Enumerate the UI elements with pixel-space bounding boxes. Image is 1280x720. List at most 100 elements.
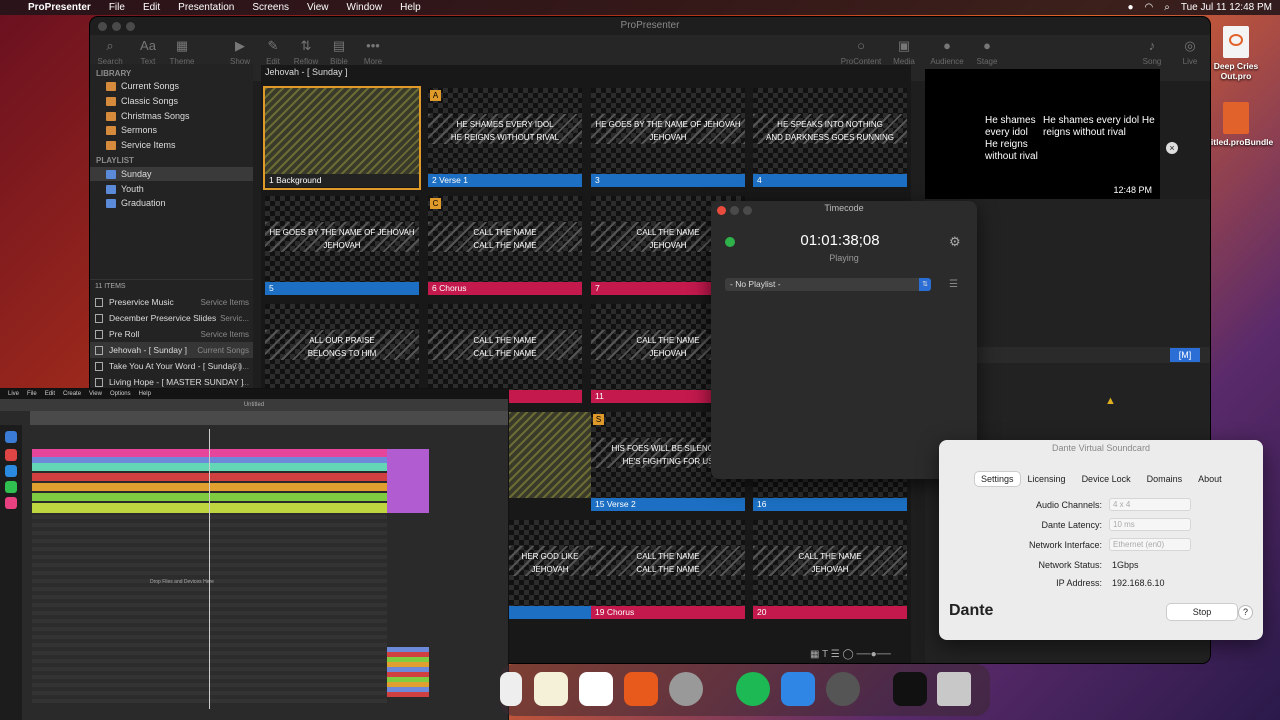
list-icon[interactable]: ☰ [949,279,958,290]
spotify-icon[interactable] [736,672,770,706]
library-folder[interactable]: Christmas Songs [90,109,253,123]
playlist-item-youth[interactable]: Youth [90,182,253,196]
return-tracks[interactable] [387,647,429,697]
slide-1[interactable]: 1 Background [265,88,419,188]
menu-screens[interactable]: Screens [252,2,289,13]
list-item[interactable]: Take You At Your Word - [ Sunday ] Cu... [90,358,253,374]
app-icon[interactable] [500,672,522,706]
slide-background-partial[interactable] [509,412,591,512]
list-item[interactable]: Preservice Music Service Items [90,294,253,310]
tab-device-lock[interactable]: Device Lock [1074,472,1139,486]
close-icon[interactable]: × [1166,142,1178,154]
settings-icon[interactable] [669,672,703,706]
tab-domains[interactable]: Domains [1139,472,1191,486]
keynote-icon[interactable] [624,672,658,706]
toolbar-live[interactable]: ◎ Live [1168,35,1210,66]
live-menu-item[interactable]: Live [8,391,19,397]
clip-slot[interactable] [387,449,429,513]
document-icon [95,313,103,323]
item-category: ... [242,377,249,387]
live-preview[interactable]: He shames every idol He reigns without r… [925,69,1160,199]
list-item[interactable]: Living Hope - [ MASTER SUNDAY ]... [90,374,253,390]
playlist-icon [106,169,116,179]
app-icon[interactable] [5,481,17,493]
live-transport-bar[interactable] [30,411,508,425]
slide-20[interactable]: CALL THE NAME JEHOVAH 20 [753,520,907,620]
menu-view[interactable]: View [307,2,329,13]
help-button[interactable]: ? [1239,606,1252,619]
item-name: Take You At Your Word - [ Sunday ] [109,361,242,371]
notes-icon[interactable] [534,672,568,706]
slide-5[interactable]: HE GOES BY THE NAME OF JEHOVAH JEHOVAH 5 [265,196,419,296]
live-menu-item[interactable]: Help [139,391,151,397]
menu-window[interactable]: Window [347,2,383,13]
desktop-file-bundle[interactable]: ...titled.proBundle [1201,102,1273,147]
grid-view-controls[interactable]: ▦ T ☰ ◯ ──●── [810,649,891,660]
latency-label: Dante Latency: [1041,520,1102,530]
live-menu-item[interactable]: File [27,391,37,397]
toolbar-procontent[interactable]: ○ ProContent [836,35,886,66]
menu-presentation[interactable]: Presentation [178,2,234,13]
slide-thumbnail [265,88,419,174]
library-header: LIBRARY [96,69,132,78]
wifi-icon[interactable]: ◠ [1144,2,1153,13]
library-folder[interactable]: Sermons [90,123,253,137]
list-item[interactable]: Jehovah - [ Sunday ] Current Songs [90,342,253,358]
tab-settings[interactable]: Settings [975,472,1020,486]
toolbar-theme[interactable]: ▦ Theme [160,35,204,66]
preview-lyric: He shames every idol He reigns without r… [985,115,1038,162]
slide-group-name: Verse 2 [606,499,636,509]
app-icon[interactable] [5,465,17,477]
menu-file[interactable]: File [109,2,125,13]
macro-tab[interactable]: [M] [1170,348,1200,362]
app-icon[interactable] [5,449,17,461]
tab-about[interactable]: About [1190,472,1230,486]
slide-4[interactable]: HE SPEAKS INTO NOTHING AND DARKNESS GOES… [753,88,907,188]
menubar-clock[interactable]: Tue Jul 11 12:48 PM [1181,2,1272,13]
search-icon[interactable]: ⌕ [1164,2,1170,13]
menu-edit[interactable]: Edit [143,2,160,13]
playlist-select[interactable]: - No Playlist - ⇅ [725,278,931,291]
slide-19[interactable]: CALL THE NAME CALL THE NAME 19 Chorus [591,520,745,620]
slide-partial[interactable]: HER GOD LIKE JEHOVAH [509,520,591,620]
slide-2[interactable]: HE SHAMES EVERY IDOL HE REIGNS WITHOUT R… [428,88,582,188]
desktop-file-deep-cries[interactable]: Deep Cries Out.pro [1201,26,1271,81]
library-folder[interactable]: Classic Songs [90,94,253,108]
toolbar-media[interactable]: ▣ Media [882,35,926,66]
live-menu-item[interactable]: Options [110,391,131,397]
list-item[interactable]: Pre Roll Service Items [90,326,253,342]
list-item[interactable]: December Preservice Slides Servic... [90,310,253,326]
interface-select[interactable]: Ethernet (en0) [1109,538,1191,551]
keynote-remote-icon[interactable] [781,672,815,706]
audio-channels-select[interactable]: 4 x 4 [1109,498,1191,511]
slide-6[interactable]: CALL THE NAME CALL THE NAME C 6 Chorus [428,196,582,296]
slide-number: 15 [595,499,605,509]
toolbar-more[interactable]: ••• More [351,35,395,66]
tab-licensing[interactable]: Licensing [1020,472,1074,486]
propresenter-icon[interactable] [893,672,927,706]
library-folder[interactable]: Service Items [90,138,253,152]
latency-select[interactable]: 10 ms [1109,518,1191,531]
item-category: Service Items [200,297,249,307]
playlist-item-graduation[interactable]: Graduation [90,196,253,210]
app-icon[interactable] [5,497,17,509]
slide-3[interactable]: HE GOES BY THE NAME OF JEHOVAH JEHOVAH 3 [591,88,745,188]
toolbar-audience[interactable]: ● Audience [925,35,969,66]
record-icon[interactable]: ● [1127,2,1133,13]
freeform-icon[interactable] [579,672,613,706]
playlist-item-sunday[interactable]: Sunday [90,167,253,181]
menu-app-name[interactable]: ProPresenter [28,2,91,13]
gear-icon[interactable]: ⚙ [949,234,961,250]
toolbar-stage[interactable]: ● Stage [965,35,1009,66]
slide-label: 6 Chorus [428,282,582,295]
live-menu-item[interactable]: View [89,391,102,397]
library-folder[interactable]: Current Songs [90,79,253,93]
live-menu-item[interactable]: Create [63,391,81,397]
menu-help[interactable]: Help [400,2,421,13]
ip-label: IP Address: [1056,578,1102,588]
app-icon[interactable] [5,431,17,443]
live-menu-item[interactable]: Edit [45,391,55,397]
trash-icon[interactable] [937,672,971,706]
speaker-icon[interactable] [826,672,860,706]
stop-button[interactable]: Stop [1167,604,1237,620]
